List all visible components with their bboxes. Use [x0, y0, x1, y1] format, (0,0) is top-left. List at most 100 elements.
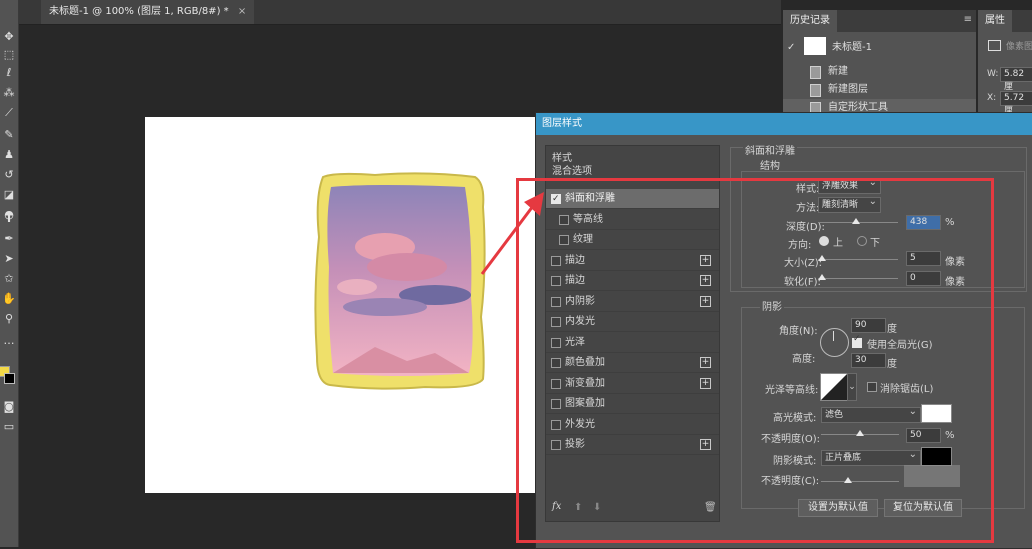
history-brush-tool-icon[interactable]: ↺: [0, 166, 18, 184]
add-effect-plus-icon[interactable]: +: [700, 357, 711, 368]
angle-field[interactable]: 90: [851, 318, 886, 333]
fx-menu-button[interactable]: fx: [552, 501, 561, 512]
style-item-checkbox[interactable]: [551, 440, 561, 450]
style-item-checkbox[interactable]: [551, 419, 561, 430]
size-field[interactable]: 5: [906, 251, 941, 266]
style-item-checkbox[interactable]: [551, 399, 561, 409]
style-item[interactable]: 渐变叠加 +: [546, 374, 719, 394]
style-item[interactable]: 纹理: [546, 230, 719, 250]
delete-icon[interactable]: 🗑: [704, 502, 717, 513]
panel-menu-icon[interactable]: ≡: [964, 14, 972, 25]
add-effect-plus-icon[interactable]: +: [700, 439, 711, 450]
shadow-opacity-thumb[interactable]: [844, 477, 852, 483]
quick-mask-icon[interactable]: ◙: [0, 398, 18, 416]
depth-slider-thumb[interactable]: [852, 218, 860, 224]
type-tool-icon[interactable]: T: [0, 210, 18, 228]
style-item[interactable]: 投影 +: [546, 435, 719, 455]
screen-mode-icon[interactable]: ▭: [0, 418, 18, 436]
contour-picker-chevron-icon[interactable]: ⌄: [847, 373, 857, 401]
document-canvas[interactable]: [145, 117, 545, 493]
style-item-checkbox[interactable]: [551, 296, 561, 307]
style-item-checkbox[interactable]: [551, 190, 561, 209]
global-light-checkbox[interactable]: [852, 334, 862, 348]
history-snapshot[interactable]: ✓ 未标题-1: [783, 37, 976, 57]
direction-down-radio[interactable]: [857, 236, 867, 246]
style-item-checkbox[interactable]: [551, 378, 561, 389]
highlight-opacity-field[interactable]: 50: [906, 428, 941, 443]
style-item-checkbox[interactable]: [551, 337, 561, 348]
move-down-icon[interactable]: ⬇: [593, 502, 601, 513]
hand-tool-icon[interactable]: ✋: [0, 290, 18, 308]
tab-properties[interactable]: 属性: [978, 10, 1012, 32]
style-item-checkbox[interactable]: [551, 255, 561, 266]
snapshot-thumbnail: [804, 37, 826, 55]
brush-tool-icon[interactable]: ✎: [0, 126, 18, 144]
zoom-tool-icon[interactable]: ⚲: [0, 310, 18, 328]
width-field[interactable]: 5.82 厘: [1000, 67, 1032, 92]
document-tab[interactable]: 未标题-1 @ 100% (图层 1, RGB/8#) * ×: [41, 0, 255, 24]
style-item[interactable]: 内阴影 +: [546, 292, 719, 312]
style-item[interactable]: 外发光: [546, 415, 719, 435]
style-item[interactable]: 图案叠加: [546, 394, 719, 414]
marquee-tool-icon[interactable]: ⬚: [0, 46, 18, 64]
background-color-swatch[interactable]: [4, 373, 15, 384]
shape-tool-icon[interactable]: ✩: [0, 270, 18, 288]
soften-slider[interactable]: [818, 278, 898, 279]
style-item[interactable]: 描边 +: [546, 271, 719, 291]
style-item[interactable]: 描边 +: [546, 251, 719, 271]
depth-field[interactable]: 438: [906, 215, 941, 230]
style-item-checkbox[interactable]: [551, 358, 561, 368]
dialog-title-bar[interactable]: 图层样式: [536, 113, 1032, 135]
style-item[interactable]: 颜色叠加 +: [546, 353, 719, 373]
style-item[interactable]: 等高线: [546, 210, 719, 230]
style-item-checkbox[interactable]: [551, 317, 561, 327]
lasso-tool-icon[interactable]: ℓ: [0, 64, 18, 82]
style-item-checkbox[interactable]: [551, 276, 561, 286]
close-tab-icon[interactable]: ×: [238, 6, 246, 17]
style-item[interactable]: 内发光: [546, 312, 719, 332]
shadow-mode-dropdown[interactable]: 正片叠底: [821, 448, 921, 466]
magic-wand-tool-icon[interactable]: ⁂: [0, 84, 18, 102]
path-select-tool-icon[interactable]: ➤: [0, 250, 18, 268]
x-field[interactable]: 5.72 厘: [1000, 91, 1032, 116]
altitude-field[interactable]: 30: [851, 353, 886, 368]
style-item-checkbox[interactable]: [559, 235, 569, 245]
pen-tool-icon[interactable]: ✒: [0, 230, 18, 248]
gloss-contour-preview[interactable]: [820, 373, 848, 401]
style-item-checkbox[interactable]: [559, 214, 569, 225]
eraser-tool-icon[interactable]: ◪: [0, 186, 18, 204]
stamp-tool-icon[interactable]: ♟: [0, 146, 18, 164]
technique-dropdown[interactable]: 雕刻清晰: [818, 195, 881, 213]
blend-options-item[interactable]: 混合选项: [546, 165, 719, 180]
highlight-color-swatch[interactable]: [921, 404, 952, 423]
history-item[interactable]: 新建图层: [783, 81, 976, 99]
soften-unit: 像素: [945, 277, 965, 288]
add-effect-plus-icon[interactable]: +: [700, 377, 711, 389]
move-up-icon[interactable]: ⬆: [574, 502, 582, 513]
make-default-button[interactable]: 设置为默认值: [798, 499, 878, 517]
highlight-opacity-thumb[interactable]: [856, 430, 864, 436]
size-slider-thumb[interactable]: [818, 255, 826, 261]
shadow-color-swatch[interactable]: [921, 447, 952, 466]
move-tool-icon[interactable]: ✥: [0, 28, 18, 46]
direction-up-radio[interactable]: [819, 236, 829, 246]
add-effect-plus-icon[interactable]: +: [700, 295, 711, 307]
add-effect-plus-icon[interactable]: +: [700, 275, 711, 286]
add-effect-plus-icon[interactable]: +: [700, 254, 711, 266]
highlight-mode-dropdown[interactable]: 滤色: [821, 405, 921, 423]
history-item[interactable]: 新建: [783, 63, 976, 81]
shadow-opacity-slider[interactable]: [821, 481, 899, 482]
eyedropper-tool-icon[interactable]: ⟋: [0, 104, 18, 122]
size-slider[interactable]: [818, 259, 898, 260]
more-tools-icon[interactable]: …: [0, 332, 18, 350]
bevel-style-dropdown[interactable]: 浮雕效果: [818, 176, 881, 194]
style-item[interactable]: 斜面和浮雕: [546, 189, 719, 209]
shadow-opacity-field-obscured[interactable]: [904, 465, 960, 487]
anti-alias-checkbox[interactable]: [867, 382, 877, 392]
soften-slider-thumb[interactable]: [818, 274, 826, 280]
style-item[interactable]: 光泽: [546, 333, 719, 353]
angle-dial[interactable]: [820, 328, 849, 357]
soften-field[interactable]: 0: [906, 271, 941, 286]
tab-history[interactable]: 历史记录: [783, 10, 837, 32]
reset-default-button[interactable]: 复位为默认值: [884, 499, 962, 517]
